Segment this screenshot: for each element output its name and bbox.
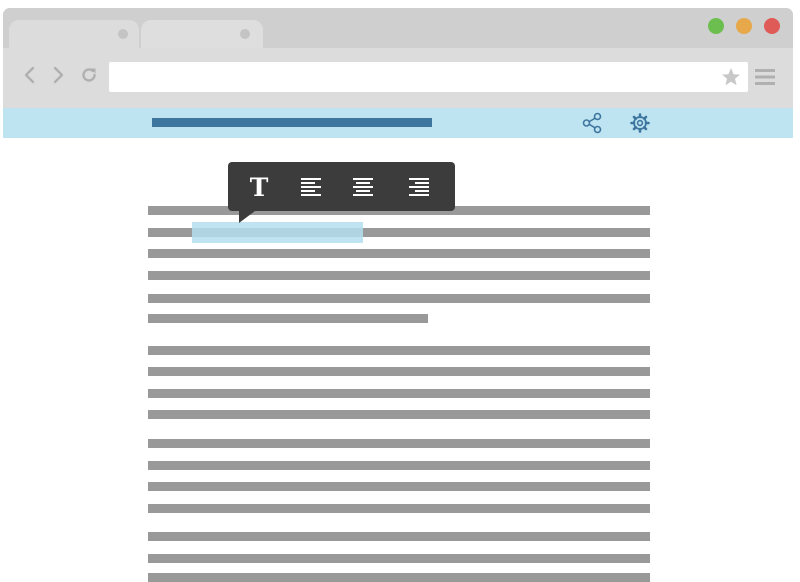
text-line — [148, 410, 650, 419]
forward-icon[interactable] — [49, 66, 67, 84]
text-line — [148, 573, 650, 582]
align-left-button[interactable] — [295, 171, 327, 203]
bookmark-star-icon[interactable] — [720, 66, 742, 88]
format-toolbar-pointer — [239, 211, 255, 223]
progress-fill — [152, 118, 432, 127]
menu-icon[interactable] — [755, 69, 775, 85]
address-bar[interactable] — [109, 62, 748, 92]
text-line — [148, 504, 650, 513]
text-style-icon: T — [249, 172, 269, 202]
text-line — [148, 532, 650, 541]
tab-active[interactable] — [9, 20, 139, 48]
text-line — [148, 249, 650, 258]
align-right-icon — [409, 178, 429, 196]
browser-window: T — [3, 8, 793, 582]
address-input[interactable] — [109, 62, 729, 92]
text-line — [148, 346, 650, 355]
progress-bar — [152, 118, 432, 127]
text-line — [148, 439, 650, 448]
text-line — [148, 389, 650, 398]
tab-close-icon[interactable] — [240, 29, 250, 39]
text-line — [148, 554, 650, 563]
back-icon[interactable] — [21, 66, 39, 84]
gear-icon[interactable] — [629, 112, 651, 134]
align-left-icon — [301, 178, 321, 196]
align-center-icon — [353, 178, 373, 196]
tab-strip — [3, 8, 793, 48]
text-line — [148, 271, 650, 280]
text-line — [148, 367, 650, 376]
text-line — [148, 482, 650, 491]
text-style-button[interactable]: T — [243, 171, 275, 203]
window-close-button[interactable] — [764, 18, 780, 34]
tab-close-icon[interactable] — [118, 29, 128, 39]
text-line — [148, 294, 650, 303]
share-icon[interactable] — [581, 112, 603, 134]
align-right-button[interactable] — [403, 171, 435, 203]
format-toolbar: T — [228, 162, 455, 211]
text-line — [148, 461, 650, 470]
window-minimize-button[interactable] — [736, 18, 752, 34]
text-line — [148, 314, 428, 323]
text-selection[interactable] — [192, 222, 363, 243]
reload-icon[interactable] — [80, 66, 98, 84]
align-center-button[interactable] — [347, 171, 379, 203]
window-zoom-button[interactable] — [708, 18, 724, 34]
tab-inactive[interactable] — [141, 20, 263, 48]
